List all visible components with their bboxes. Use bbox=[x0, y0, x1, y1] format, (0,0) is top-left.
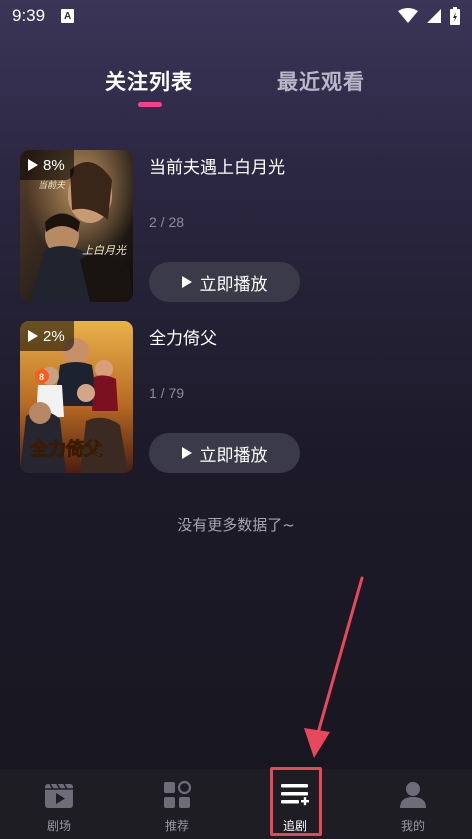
battery-icon bbox=[450, 7, 460, 25]
tab-follow-list[interactable]: 关注列表 bbox=[105, 66, 193, 96]
tab-bar: 关注列表 最近观看 bbox=[0, 66, 472, 116]
progress-percent: 2% bbox=[43, 327, 65, 345]
episode-progress: 2 / 28 bbox=[149, 214, 185, 230]
status-icons bbox=[398, 7, 460, 25]
svg-text:8: 8 bbox=[39, 372, 44, 382]
grid-icon bbox=[161, 779, 193, 811]
nav-item-recommend[interactable]: 推荐 bbox=[118, 769, 236, 839]
status-bar: 9:39 A bbox=[0, 0, 472, 32]
nav-label-theater: 剧场 bbox=[46, 819, 71, 833]
play-now-button[interactable]: 立即播放 bbox=[149, 262, 300, 302]
annotation-arrow bbox=[304, 576, 364, 758]
progress-percent: 8% bbox=[43, 156, 65, 174]
svg-text:当前夫: 当前夫 bbox=[38, 180, 66, 191]
tab-active-indicator bbox=[138, 102, 162, 107]
play-icon bbox=[181, 447, 192, 459]
play-icon bbox=[28, 159, 38, 171]
svg-text:全力倚父: 全力倚父 bbox=[29, 438, 103, 460]
nav-label-profile: 我的 bbox=[400, 819, 425, 833]
nav-item-theater[interactable]: 剧场 bbox=[0, 769, 118, 839]
status-time: 9:39 bbox=[12, 6, 46, 25]
list-item[interactable]: 8 全力倚父 2% 全力倚父 1 / 79 立即播放 bbox=[20, 321, 460, 473]
play-icon bbox=[181, 276, 192, 288]
nav-label-recommend: 推荐 bbox=[164, 819, 189, 833]
profile-icon bbox=[397, 779, 429, 811]
play-now-label: 立即播放 bbox=[199, 445, 268, 466]
play-icon bbox=[28, 330, 38, 342]
playlist-add-icon bbox=[279, 779, 311, 811]
nav-item-following[interactable]: 追剧 bbox=[236, 769, 354, 839]
tab-recently-watched[interactable]: 最近观看 bbox=[277, 66, 365, 96]
notification-a-icon: A bbox=[61, 9, 75, 23]
poster-image[interactable]: 8 全力倚父 2% bbox=[20, 321, 133, 473]
list-item[interactable]: 上白月光 当前夫 8% 当前夫遇上白月光 2 / 28 立即播放 bbox=[20, 150, 460, 302]
bottom-nav: 剧场 推荐 追剧 我的 bbox=[0, 769, 472, 839]
play-now-button[interactable]: 立即播放 bbox=[149, 433, 300, 473]
drama-title[interactable]: 全力倚父 bbox=[149, 324, 217, 349]
progress-badge: 8% bbox=[20, 150, 74, 180]
signal-icon bbox=[427, 9, 441, 23]
svg-text:上白月光: 上白月光 bbox=[82, 244, 127, 257]
wifi-icon bbox=[398, 8, 418, 23]
drama-title[interactable]: 当前夫遇上白月光 bbox=[149, 153, 285, 178]
episode-progress: 1 / 79 bbox=[149, 385, 185, 401]
no-more-data-text: 没有更多数据了~ bbox=[177, 516, 295, 534]
nav-item-profile[interactable]: 我的 bbox=[354, 769, 472, 839]
poster-image[interactable]: 上白月光 当前夫 8% bbox=[20, 150, 133, 302]
theater-icon bbox=[43, 779, 75, 811]
nav-label-following: 追剧 bbox=[282, 819, 307, 833]
progress-badge: 2% bbox=[20, 321, 74, 351]
play-now-label: 立即播放 bbox=[199, 274, 268, 295]
